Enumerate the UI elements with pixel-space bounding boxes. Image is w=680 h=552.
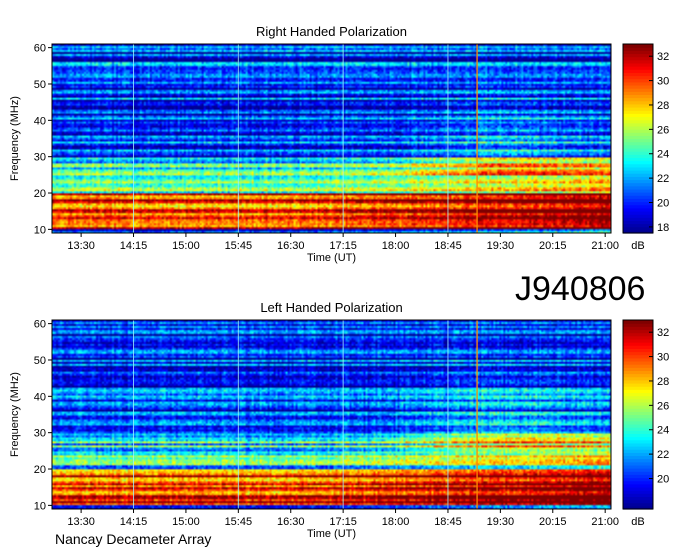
y-tick-label: 60 [34,43,46,55]
x-tick-label: 20:15 [539,240,567,252]
colorbar-unit-label: dB [631,516,644,528]
panel-title: Left Handed Polarization [260,300,402,315]
x-tick-label: 15:00 [172,516,200,528]
y-tick-label: 60 [34,319,46,331]
colorbar-unit-label: dB [631,240,644,252]
x-tick-label: 21:00 [591,240,619,252]
spectrogram-heatmap [52,320,611,509]
y-axis-label: Frequency (MHz) [9,96,21,181]
x-tick-label: 18:00 [382,240,410,252]
y-tick-label: 50 [34,79,46,91]
y-tick-label: 50 [34,355,46,367]
y-tick-label: 10 [34,224,46,236]
x-tick-label: 19:30 [487,240,515,252]
x-tick-label: 14:15 [120,516,148,528]
spectrogram-figure: J940806 Nancay Decameter Array Right Han… [9,24,669,547]
y-tick-label: 40 [34,115,46,127]
colorbar-tick-label: 20 [657,474,669,486]
y-axis-label: Frequency (MHz) [9,372,21,457]
y-tick-label: 10 [34,500,46,512]
colorbar-swatch [623,320,653,324]
x-tick-label: 13:30 [67,240,95,252]
colorbar-tick-label: 24 [657,149,669,161]
x-tick-label: 15:00 [172,240,200,252]
x-tick-label: 15:45 [225,240,253,252]
colorbar-tick-label: 30 [657,352,669,364]
colorbar-tick-label: 24 [657,425,669,437]
x-tick-label: 13:30 [67,516,95,528]
x-tick-label: 15:45 [225,516,253,528]
y-tick-label: 40 [34,391,46,403]
colorbar-tick-label: 20 [657,198,669,210]
colorbar-tick-label: 18 [657,222,669,234]
x-tick-label: 16:30 [277,240,305,252]
y-tick-label: 20 [34,464,46,476]
observation-id: J940806 [515,270,645,308]
x-tick-label: 18:45 [434,240,462,252]
x-tick-label: 20:15 [539,516,567,528]
colorbar-tick-label: 28 [657,376,669,388]
x-tick-label: 14:15 [120,240,148,252]
credit-label: Nancay Decameter Array [55,531,211,547]
x-axis-label: Time (UT) [307,528,356,540]
x-tick-label: 18:00 [382,516,410,528]
colorbar-tick-label: 30 [657,76,669,88]
panel-title: Right Handed Polarization [256,24,407,39]
x-axis-label: Time (UT) [307,252,356,264]
x-tick-label: 21:00 [591,516,619,528]
colorbar-tick-label: 22 [657,173,669,185]
y-tick-label: 30 [34,428,46,440]
colorbar-tick-label: 32 [657,51,669,63]
colorbar-tick-label: 32 [657,327,669,339]
spectrogram-heatmap [52,44,611,233]
x-tick-label: 16:30 [277,516,305,528]
y-tick-label: 30 [34,152,46,164]
colorbar-tick-label: 26 [657,400,669,412]
colorbar-tick-label: 28 [657,100,669,112]
x-tick-label: 19:30 [487,516,515,528]
x-tick-label: 17:15 [329,240,357,252]
x-tick-label: 18:45 [434,516,462,528]
colorbar-tick-label: 22 [657,449,669,461]
colorbar-swatch [623,44,653,48]
y-tick-label: 20 [34,188,46,200]
x-tick-label: 17:15 [329,516,357,528]
colorbar-tick-label: 26 [657,124,669,136]
